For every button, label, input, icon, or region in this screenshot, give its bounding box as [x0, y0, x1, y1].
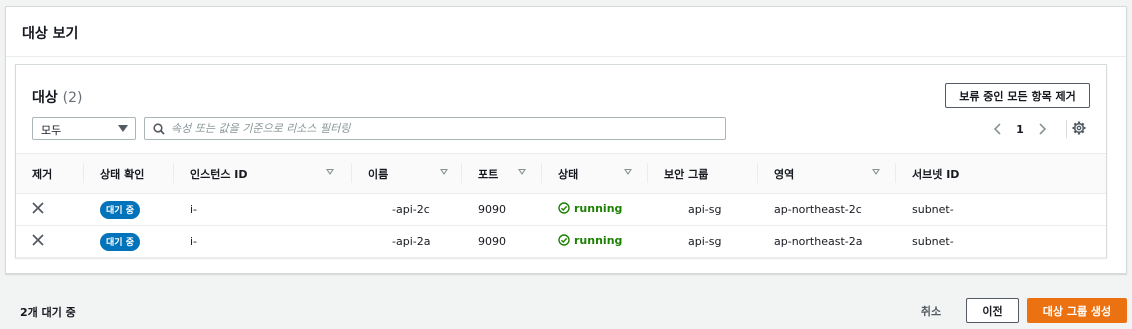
status-badge: 대기 중 — [100, 200, 140, 219]
sort-icon[interactable] — [326, 169, 334, 175]
column-header-health: 상태 확인 — [84, 154, 174, 194]
targets-heading: 대상 (2) — [32, 87, 82, 107]
check-circle-icon — [558, 234, 570, 246]
port-cell: 9090 — [478, 235, 506, 248]
table-row: 대기 중 i- -api-2a 9090 running api-sg ap-n… — [16, 226, 1106, 258]
status-running: running — [558, 202, 622, 215]
filter-select[interactable]: 모두 — [32, 117, 136, 140]
caret-down-icon — [118, 125, 128, 132]
table-header-row: 제거 상태 확인 인스턴스 ID 이름 포트 상태 보안 그룹 영역 서브넷 I… — [16, 153, 1106, 194]
close-icon[interactable] — [32, 202, 44, 217]
chevron-left-icon[interactable] — [988, 120, 1008, 139]
column-header-remove: 제거 — [16, 154, 84, 194]
status-running: running — [558, 234, 622, 247]
column-header-instance-id[interactable]: 인스턴스 ID — [174, 154, 352, 194]
table-row: 대기 중 i- -api-2c 9090 running api-sg ap-n… — [16, 194, 1106, 226]
column-header-name[interactable]: 이름 — [352, 154, 462, 194]
pagination: 1 — [988, 119, 1067, 139]
filter-select-value: 모두 — [41, 124, 62, 137]
subnet-cell: subnet- — [912, 203, 954, 216]
check-circle-icon — [558, 202, 570, 214]
remove-all-pending-button[interactable]: 보류 중인 모든 항목 제거 — [945, 83, 1090, 108]
pagination-divider — [1066, 120, 1067, 138]
pending-count-text: 2개 대기 중 — [20, 306, 76, 319]
sort-icon[interactable] — [518, 169, 526, 175]
column-header-security-group: 보안 그룹 — [648, 154, 758, 194]
column-header-zone[interactable]: 영역 — [758, 154, 896, 194]
instance-id-cell: i- — [190, 235, 198, 248]
targets-title: 대상 — [32, 90, 58, 106]
security-group-cell: api-sg — [688, 203, 722, 216]
targets-container: 대상 (2) 보류 중인 모든 항목 제거 모두 1 — [15, 64, 1107, 258]
port-cell: 9090 — [478, 203, 506, 216]
close-icon[interactable] — [32, 234, 44, 249]
chevron-right-icon[interactable] — [1032, 120, 1052, 139]
column-header-port[interactable]: 포트 — [462, 154, 542, 194]
cancel-button[interactable]: 취소 — [912, 300, 950, 322]
previous-button[interactable]: 이전 — [966, 298, 1019, 323]
zone-cell: ap-northeast-2c — [774, 203, 862, 216]
subnet-cell: subnet- — [912, 235, 954, 248]
column-header-subnet-id: 서브넷 ID — [912, 167, 960, 181]
gear-icon[interactable] — [1072, 121, 1086, 138]
name-cell: -api-2c — [392, 203, 430, 216]
panel-title: 대상 보기 — [22, 26, 79, 42]
security-group-cell: api-sg — [688, 235, 722, 248]
create-target-group-button[interactable]: 대상 그룹 생성 — [1027, 298, 1127, 323]
page-number[interactable]: 1 — [1008, 123, 1032, 136]
sort-icon[interactable] — [872, 169, 880, 175]
status-badge: 대기 중 — [100, 232, 140, 251]
search-box — [144, 117, 726, 140]
targets-count: (2) — [62, 90, 83, 106]
sort-icon[interactable] — [440, 169, 448, 175]
search-icon — [153, 123, 165, 135]
column-header-status[interactable]: 상태 — [542, 154, 648, 194]
name-cell: -api-2a — [392, 235, 431, 248]
zone-cell: ap-northeast-2a — [774, 235, 863, 248]
instance-id-cell: i- — [190, 203, 198, 216]
panel-header: 대상 보기 — [6, 7, 1126, 57]
targets-table: 제거 상태 확인 인스턴스 ID 이름 포트 상태 보안 그룹 영역 서브넷 I… — [16, 153, 1106, 258]
sort-icon[interactable] — [624, 169, 632, 175]
search-input[interactable] — [171, 120, 711, 137]
